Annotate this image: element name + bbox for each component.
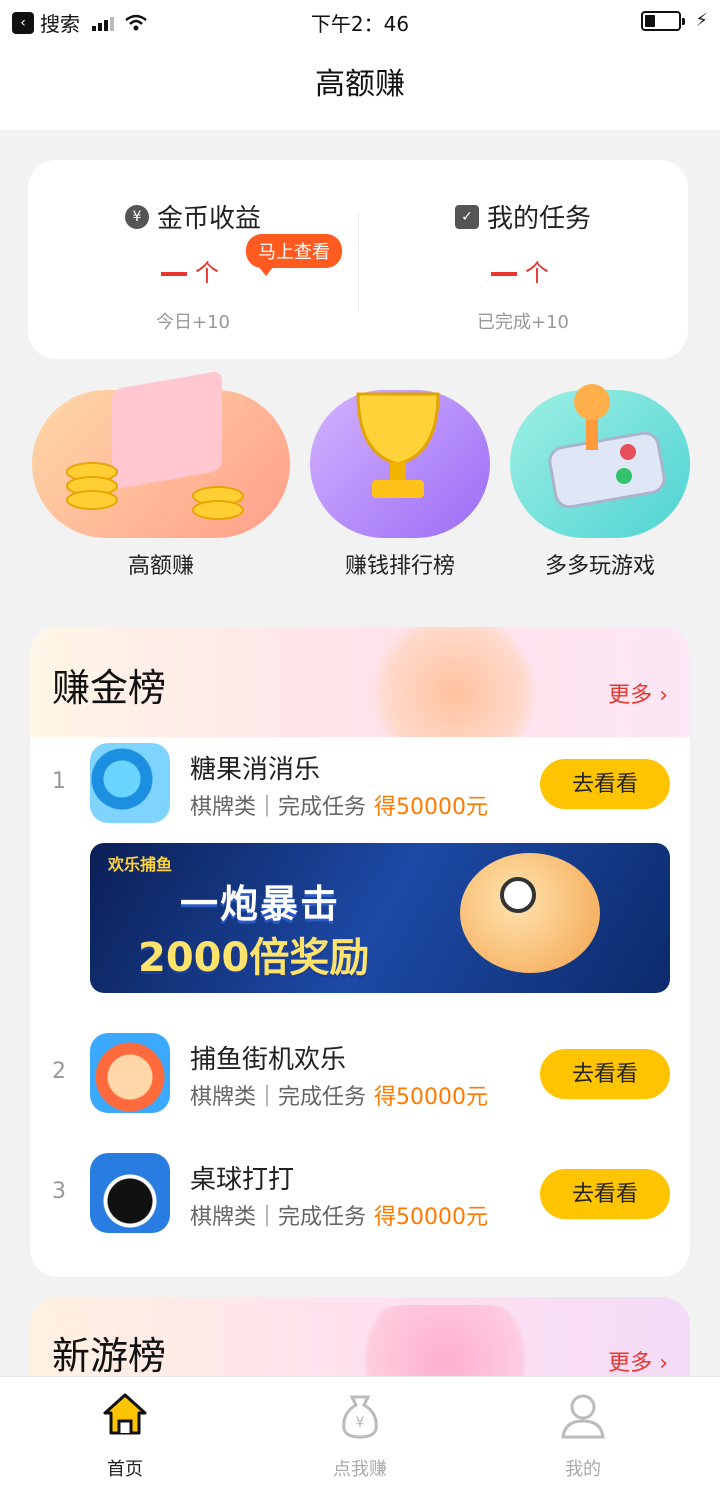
earn-ranking-card: 赚金榜 更多 › 1 糖果消消乐 棋牌类｜完成任务 得50000元 去看看 欢乐捕… (30, 627, 690, 1277)
tasks-completed: 已完成+10 (477, 312, 569, 333)
tab-mine[interactable]: 我的 (518, 1389, 648, 1481)
battery-icon (641, 10, 686, 31)
home-icon (103, 1393, 147, 1435)
tab-earn[interactable]: ¥ 点我赚 (295, 1389, 425, 1481)
go-view-button[interactable]: 去看看 (540, 1049, 670, 1099)
money-bag-icon: ¥ (124, 204, 149, 229)
banner-logo: 欢乐捕鱼 (108, 855, 173, 874)
coins-today: 今日+10 (156, 312, 230, 333)
app-name: 桌球打打 (190, 1165, 295, 1195)
app-meta: 棋牌类｜完成任务 得50000元 (190, 1079, 488, 1111)
money-bag-icon: ¥ (342, 1395, 378, 1439)
summary-card: ¥ 金币收益 个 今日+10 马上查看 ✓ 我的任务 个 已完成+10 (28, 160, 688, 359)
feature-play-games[interactable]: 多多玩游戏 (510, 384, 690, 580)
page-title: 高额赚 (315, 67, 405, 102)
banner-headline: 一炮暴击 (180, 882, 341, 926)
promo-banner[interactable]: 欢乐捕鱼 一炮暴击 2000倍奖励 (90, 843, 670, 993)
tasks-title: ✓ 我的任务 (454, 198, 591, 235)
svg-text:¥: ¥ (356, 1415, 365, 1431)
go-view-button[interactable]: 去看看 (540, 759, 670, 809)
fish-eye (500, 877, 536, 913)
list-item[interactable]: 1 糖果消消乐 棋牌类｜完成任务 得50000元 去看看 (30, 743, 690, 825)
app-category: 棋牌类｜完成任务 (190, 1205, 367, 1230)
go-view-button[interactable]: 去看看 (540, 1169, 670, 1219)
app-meta: 棋牌类｜完成任务 得50000元 (190, 1199, 488, 1231)
fish-game-icon (90, 1033, 170, 1113)
rank-number: 3 (52, 1179, 66, 1204)
rank-number: 2 (52, 1059, 66, 1084)
feature-label: 赚钱排行榜 (344, 554, 455, 579)
charging-icon: ⚡ (695, 10, 708, 31)
feature-high-earn[interactable]: 高额赚 (32, 370, 290, 580)
joystick-icon (510, 384, 690, 538)
feature-label: 多多玩游戏 (544, 554, 655, 579)
coins-title-text: 金币收益 (156, 204, 261, 234)
rank-number: 1 (52, 769, 66, 794)
feature-ranking[interactable]: 赚钱排行榜 (310, 390, 490, 580)
nav-bar: 高额赚 (0, 44, 720, 130)
more-link-text: 更多 (608, 1351, 653, 1376)
pufferfish-image (460, 853, 600, 973)
chevron-right-icon: › (659, 683, 668, 708)
app-category: 棋牌类｜完成任务 (190, 1085, 367, 1110)
new-games-title: 新游榜 (52, 1334, 167, 1378)
app-name: 捕鱼街机欢乐 (190, 1045, 347, 1075)
tasks-unit: 个 (525, 259, 555, 287)
app-reward: 得50000元 (374, 1085, 489, 1110)
coins-title: ¥ 金币收益 (124, 198, 261, 235)
more-link[interactable]: 更多 › (608, 677, 668, 709)
task-check-icon: ✓ (454, 204, 479, 229)
list-item[interactable]: 2 捕鱼街机欢乐 棋牌类｜完成任务 得50000元 去看看 (30, 1033, 690, 1115)
app-reward: 得50000元 (374, 1205, 489, 1230)
tasks-summary[interactable]: ✓ 我的任务 个 已完成+10 (358, 198, 688, 334)
app-category: 棋牌类｜完成任务 (190, 795, 367, 820)
earn-ranking-title: 赚金榜 (52, 666, 167, 710)
trophy-icon (310, 390, 490, 538)
chevron-right-icon: › (659, 1351, 668, 1376)
treasure-chest-icon (360, 627, 550, 737)
feature-grid: 高额赚 赚钱排行榜 多多玩游戏 (0, 370, 720, 590)
tab-label: 点我赚 (333, 1459, 387, 1480)
app-name: 糖果消消乐 (190, 755, 321, 785)
tab-label: 首页 (107, 1459, 143, 1480)
app-meta: 棋牌类｜完成任务 得50000元 (190, 789, 488, 821)
status-right: ⚡ (641, 10, 708, 31)
money-stack-icon (32, 370, 290, 538)
coins-unit: 个 (195, 259, 225, 287)
tab-home[interactable]: 首页 (60, 1389, 190, 1481)
more-link[interactable]: 更多 › (608, 1345, 668, 1377)
tasks-title-text: 我的任务 (486, 204, 591, 234)
user-icon (561, 1394, 605, 1439)
status-bar: ‹ 搜索 下午2：46 ⚡ (0, 0, 720, 44)
status-time: 下午2：46 (310, 12, 410, 36)
list-item[interactable]: 3 桌球打打 棋牌类｜完成任务 得50000元 去看看 (30, 1153, 690, 1235)
tab-label: 我的 (565, 1459, 601, 1480)
tasks-value: 个 (358, 253, 688, 288)
app-reward: 得50000元 (374, 795, 489, 820)
feature-label: 高额赚 (127, 554, 194, 579)
earn-ranking-header: 赚金榜 更多 › (30, 627, 690, 737)
view-now-badge[interactable]: 马上查看 (246, 234, 342, 276)
billiards-game-icon (90, 1153, 170, 1233)
more-link-text: 更多 (608, 683, 653, 708)
banner-subline: 2000倍奖励 (138, 935, 370, 981)
candy-game-icon (90, 743, 170, 823)
tab-bar: 首页 ¥ 点我赚 我的 (0, 1376, 720, 1486)
